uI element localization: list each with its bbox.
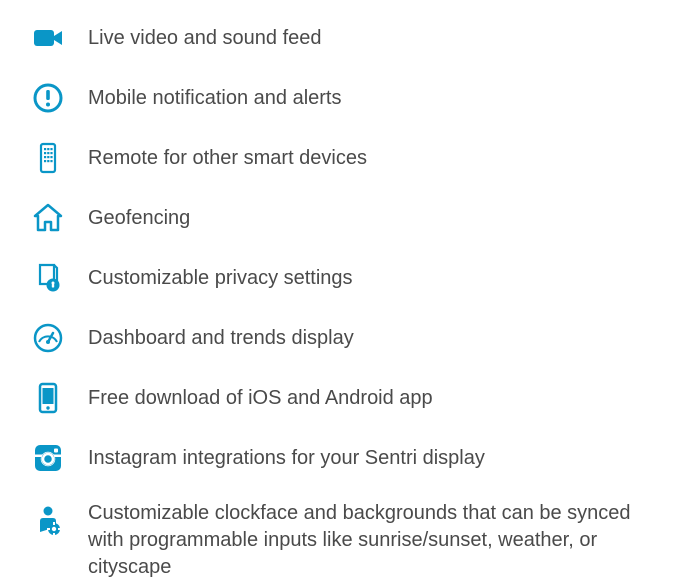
feature-text: Dashboard and trends display [88, 325, 354, 352]
feature-item: Geofencing [30, 200, 650, 236]
feature-text: Customizable clockface and backgrounds t… [88, 500, 650, 581]
alert-icon [30, 80, 66, 116]
feature-item: Dashboard and trends display [30, 320, 650, 356]
feature-item: Remote for other smart devices [30, 140, 650, 176]
feature-item: Free download of iOS and Android app [30, 380, 650, 416]
user-gear-icon [30, 502, 66, 538]
feature-text: Live video and sound feed [88, 25, 322, 52]
feature-item: Customizable clockface and backgrounds t… [30, 500, 650, 581]
feature-item: Instagram integrations for your Sentri d… [30, 440, 650, 476]
feature-item: Mobile notification and alerts [30, 80, 650, 116]
video-icon [30, 20, 66, 56]
instagram-icon [30, 440, 66, 476]
remote-icon [30, 140, 66, 176]
feature-text: Free download of iOS and Android app [88, 385, 433, 412]
feature-list: Live video and sound feed Mobile notific… [30, 20, 650, 581]
feature-text: Instagram integrations for your Sentri d… [88, 445, 485, 472]
feature-text: Mobile notification and alerts [88, 85, 341, 112]
privacy-icon [30, 260, 66, 296]
feature-text: Remote for other smart devices [88, 145, 367, 172]
feature-item: Customizable privacy settings [30, 260, 650, 296]
home-icon [30, 200, 66, 236]
feature-text: Customizable privacy settings [88, 265, 353, 292]
feature-text: Geofencing [88, 205, 190, 232]
feature-item: Live video and sound feed [30, 20, 650, 56]
gauge-icon [30, 320, 66, 356]
phone-icon [30, 380, 66, 416]
